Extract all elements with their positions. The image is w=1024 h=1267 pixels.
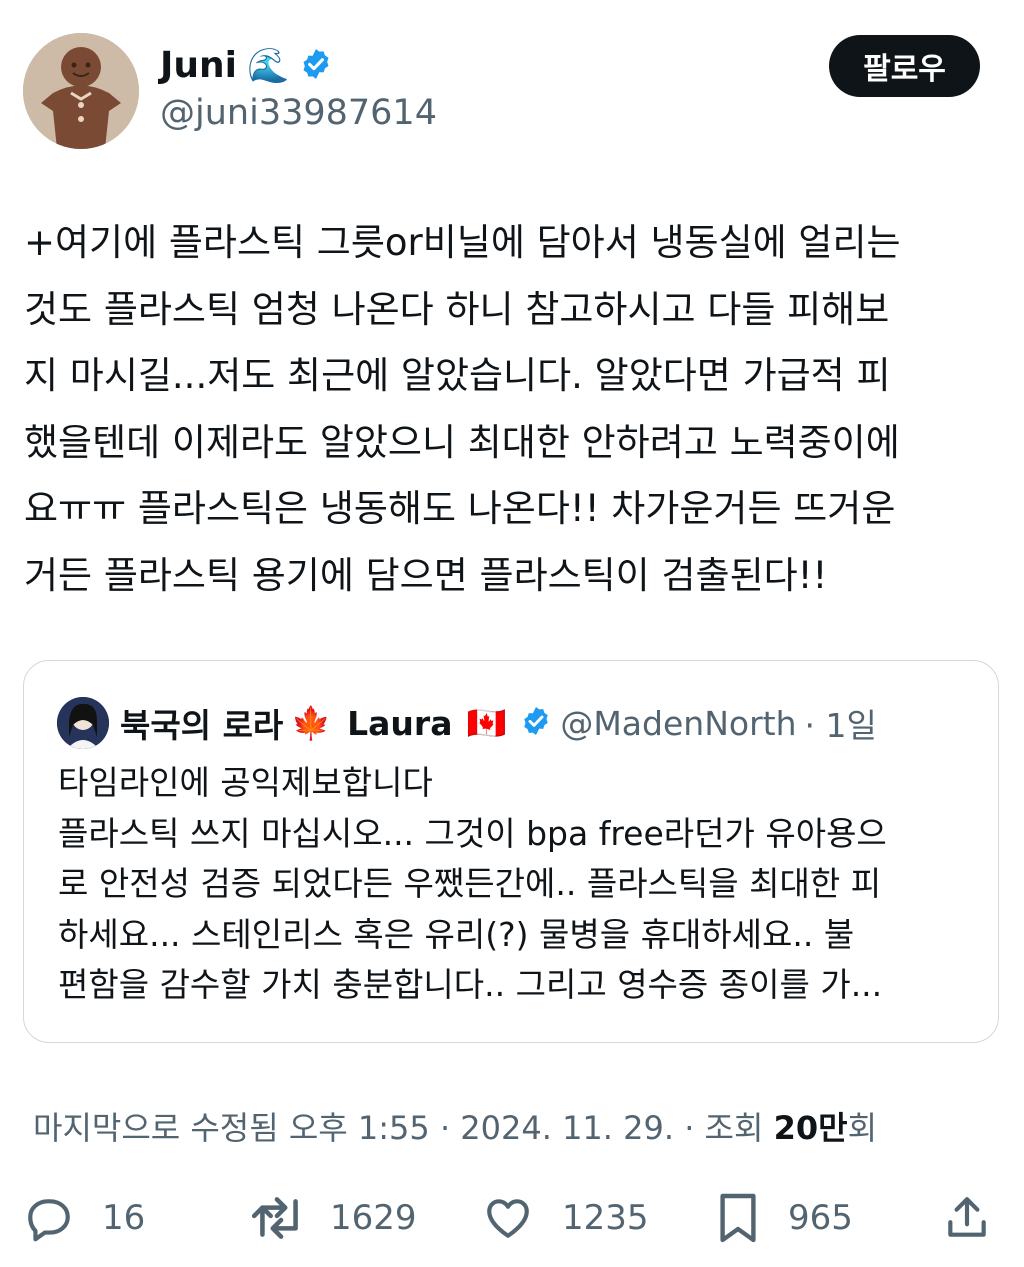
quote-text: 타임라인에 공익제보합니다 플라스틱 쓰지 마십시오... 그것이 bpa fr… — [58, 763, 887, 1004]
reply-icon — [28, 1199, 70, 1242]
quote-avatar-image — [57, 697, 109, 749]
tweet-meta: 마지막으로 수정됨 오후 1:55 · 2024. 11. 29. · 조회 2… — [33, 1104, 877, 1152]
retweet-icon — [251, 1197, 298, 1239]
tweet-text: +여기에 플라스틱 그릇or비닐에 담아서 냉동실에 얼리는 것도 플라스틱 엄… — [24, 221, 901, 597]
author-handle[interactable]: @juni33987614 — [160, 90, 437, 136]
reply-button[interactable]: 16 — [24, 1188, 145, 1248]
edited-timestamp[interactable]: 마지막으로 수정됨 오후 1:55 · 2024. 11. 29. · 조회 — [33, 1109, 774, 1147]
wave-emoji: 🌊 — [247, 46, 290, 86]
quote-author-name: 북국의 로라 — [120, 706, 284, 745]
quote-author-handle: @MadenNorth — [560, 703, 797, 743]
share-button[interactable] — [942, 1188, 992, 1248]
quote-author-avatar — [57, 697, 109, 749]
quote-header: 북국의 로라 🍁 Laura 🇨🇦 @MadenNorth · 1일 — [120, 697, 877, 749]
view-count: 20만 — [773, 1109, 848, 1147]
canada-flag-emoji: 🇨🇦 — [466, 704, 507, 742]
verified-badge-icon — [299, 47, 333, 85]
reply-count: 16 — [102, 1198, 146, 1238]
like-count: 1235 — [562, 1198, 649, 1238]
maple-leaf-emoji: 🍁 — [291, 704, 332, 742]
quoted-tweet[interactable]: 북국의 로라 🍁 Laura 🇨🇦 @MadenNorth · 1일 타임라인에… — [23, 660, 999, 1043]
view-count-suffix: 회 — [847, 1109, 878, 1147]
like-button[interactable]: 1235 — [482, 1188, 649, 1248]
action-bar: 16 1629 1235 965 — [0, 1188, 1024, 1248]
quote-author-name-latin: Laura — [347, 703, 453, 743]
quote-timestamp: · 1일 — [804, 706, 877, 745]
bookmark-button[interactable]: 965 — [716, 1188, 853, 1248]
retweet-count: 1629 — [330, 1198, 417, 1238]
author-name[interactable]: Juni — [160, 42, 237, 90]
author-name-row[interactable]: Juni 🌊 — [160, 42, 333, 90]
heart-icon — [487, 1199, 529, 1238]
bookmark-icon — [720, 1193, 756, 1243]
share-icon — [948, 1197, 986, 1237]
retweet-button[interactable]: 1629 — [250, 1188, 417, 1248]
bookmark-count: 965 — [788, 1198, 853, 1238]
author-avatar[interactable] — [23, 33, 139, 149]
gingerbread-avatar-image — [23, 33, 139, 149]
follow-button[interactable]: 팔로우 — [829, 35, 980, 97]
quote-verified-badge-icon — [520, 705, 552, 741]
